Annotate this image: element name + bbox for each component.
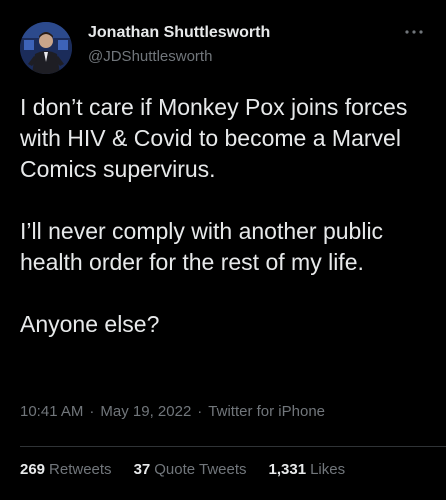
likes-stat[interactable]: 1,331 Likes bbox=[269, 461, 346, 478]
quote-tweets-count: 37 bbox=[133, 461, 151, 478]
tweet-paragraph: Anyone else? bbox=[20, 311, 160, 337]
meta-separator: · bbox=[89, 403, 95, 420]
display-name[interactable]: Jonathan Shuttlesworth bbox=[88, 24, 270, 42]
avatar[interactable] bbox=[20, 22, 72, 74]
avatar-image bbox=[20, 22, 72, 74]
tweet-time[interactable]: 10:41 AM bbox=[20, 403, 83, 420]
quote-tweets-label: Quote Tweets bbox=[154, 461, 247, 478]
tweet-paragraph: I don’t care if Monkey Pox joins forces … bbox=[20, 94, 408, 182]
user-handle[interactable]: @JDShuttlesworth bbox=[88, 48, 212, 65]
tweet-metadata: 10:41 AM · May 19, 2022 · Twitter for iPhone bbox=[20, 403, 325, 420]
tweet-paragraph: I’ll never comply with another public he… bbox=[20, 218, 384, 275]
engagement-stats: 269 Retweets 37 Quote Tweets 1,331 Likes bbox=[20, 461, 367, 478]
likes-count: 1,331 bbox=[268, 461, 307, 478]
quote-tweets-stat[interactable]: 37 Quote Tweets bbox=[134, 461, 247, 478]
tweet-card: Jonathan Shuttlesworth @JDShuttlesworth … bbox=[0, 0, 446, 500]
divider bbox=[20, 446, 446, 447]
retweets-label: Retweets bbox=[49, 461, 112, 478]
more-options-icon[interactable] bbox=[400, 22, 428, 42]
likes-label: Likes bbox=[310, 461, 346, 478]
meta-separator: · bbox=[197, 403, 203, 420]
retweets-count: 269 bbox=[20, 461, 46, 478]
tweet-source[interactable]: Twitter for iPhone bbox=[208, 403, 325, 420]
retweets-stat[interactable]: 269 Retweets bbox=[20, 461, 112, 478]
tweet-date[interactable]: May 19, 2022 bbox=[100, 403, 191, 420]
tweet-text: I don’t care if Monkey Pox joins forces … bbox=[20, 92, 430, 340]
